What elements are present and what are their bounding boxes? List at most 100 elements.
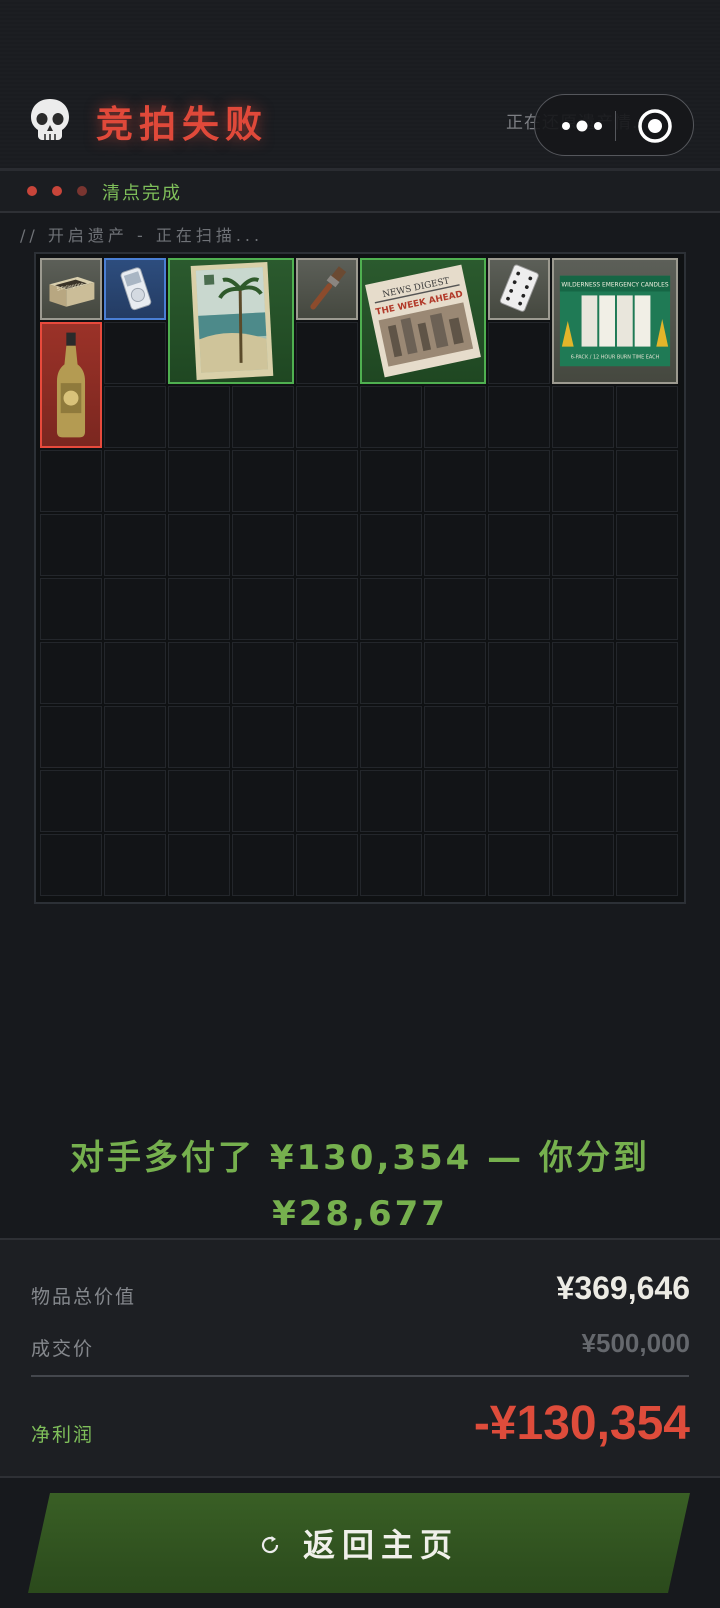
grid-cell bbox=[488, 642, 550, 704]
grid-cell bbox=[488, 386, 550, 448]
grid-cell bbox=[40, 578, 102, 640]
grid-cell bbox=[616, 514, 678, 576]
grid-cell bbox=[488, 322, 550, 384]
result-panel: 物品总价值 ¥369,646 成交价 ¥500,000 净利润 -¥130,35… bbox=[0, 1238, 720, 1478]
status-bar: 清点完成 bbox=[0, 171, 720, 213]
page-title: 竞拍失败 bbox=[96, 103, 268, 146]
grid-cell bbox=[296, 706, 358, 768]
grid-cell bbox=[40, 706, 102, 768]
total-value: ¥369,646 bbox=[556, 1270, 690, 1306]
grid-cell bbox=[424, 770, 486, 832]
grid-cell bbox=[360, 578, 422, 640]
grid-cell bbox=[168, 450, 230, 512]
playing-card-icon bbox=[499, 264, 539, 312]
stats-divider bbox=[31, 1375, 689, 1377]
capsule-divider bbox=[615, 111, 616, 141]
grid-cell bbox=[424, 642, 486, 704]
grid-cell bbox=[360, 642, 422, 704]
grid-cell bbox=[360, 770, 422, 832]
refresh-icon bbox=[259, 1534, 281, 1556]
item-champagne-bottle[interactable] bbox=[40, 322, 102, 448]
status-dot bbox=[27, 186, 37, 196]
status-dot bbox=[52, 186, 62, 196]
return-home-button[interactable]: 返回主页 bbox=[28, 1493, 690, 1593]
net-profit-value: -¥130,354 bbox=[473, 1397, 690, 1450]
item-playing-card[interactable] bbox=[488, 258, 550, 320]
net-profit-label: 净利润 bbox=[31, 1424, 95, 1446]
item-handheld-device[interactable] bbox=[104, 258, 166, 320]
grid-canvas: S.Pellegrino NEWS DIGEST THE WEEK AHEAD WIL… bbox=[40, 258, 680, 898]
grid-cell bbox=[168, 514, 230, 576]
grid-cell bbox=[104, 770, 166, 832]
svg-text:WILDERNESS EMERGENCY CANDLES: WILDERNESS EMERGENCY CANDLES bbox=[561, 283, 669, 289]
item-tropical-postcard[interactable] bbox=[168, 258, 294, 384]
deal-price-label: 成交价 bbox=[31, 1338, 95, 1360]
champagne-bottle-icon bbox=[56, 332, 86, 438]
grid-cell bbox=[296, 834, 358, 896]
grid-cell bbox=[360, 450, 422, 512]
grid-cell bbox=[424, 514, 486, 576]
grid-cell bbox=[104, 514, 166, 576]
grid-cell bbox=[232, 770, 294, 832]
grid-cell bbox=[616, 450, 678, 512]
grid-cell bbox=[616, 770, 678, 832]
handheld-device-icon bbox=[120, 267, 152, 311]
grid-cell bbox=[360, 514, 422, 576]
grid-cell bbox=[104, 578, 166, 640]
item-candle-box[interactable]: WILDERNESS EMERGENCY CANDLES 6-PACK / 12 … bbox=[552, 258, 678, 384]
grid-cell bbox=[552, 514, 614, 576]
grid-cell bbox=[104, 706, 166, 768]
grid-cell bbox=[488, 770, 550, 832]
grid-cell bbox=[168, 706, 230, 768]
grid-cell bbox=[488, 514, 550, 576]
grid-cell bbox=[552, 706, 614, 768]
grid-cell bbox=[488, 578, 550, 640]
item-newspaper[interactable]: NEWS DIGEST THE WEEK AHEAD bbox=[360, 258, 486, 384]
grid-cell bbox=[168, 770, 230, 832]
deal-price-value: ¥500,000 bbox=[581, 1328, 690, 1358]
grid-cell bbox=[40, 770, 102, 832]
total-value-label: 物品总价值 bbox=[31, 1286, 137, 1308]
item-paint-brush[interactable] bbox=[296, 258, 358, 320]
grid-cell bbox=[40, 834, 102, 896]
grid-cell bbox=[552, 450, 614, 512]
scan-status-text: // 开启遗产 - 正在扫描... bbox=[20, 226, 264, 245]
item-cardboard-box[interactable]: S.Pellegrino bbox=[40, 258, 102, 320]
grid-cell bbox=[552, 578, 614, 640]
grid-cell bbox=[296, 322, 358, 384]
grid-cell bbox=[40, 642, 102, 704]
grid-cell bbox=[168, 642, 230, 704]
grid-cell bbox=[232, 450, 294, 512]
grid-cell bbox=[168, 578, 230, 640]
grid-cell bbox=[232, 514, 294, 576]
grid-cell bbox=[424, 450, 486, 512]
more-dots-icon[interactable] bbox=[557, 112, 607, 140]
grid-cell bbox=[296, 514, 358, 576]
grid-cell bbox=[616, 706, 678, 768]
grid-cell bbox=[360, 834, 422, 896]
grid-cell bbox=[296, 770, 358, 832]
tropical-postcard-icon bbox=[190, 261, 274, 380]
status-dot bbox=[77, 186, 87, 196]
grid-cell bbox=[296, 450, 358, 512]
grid-cell bbox=[552, 834, 614, 896]
grid-cell bbox=[424, 834, 486, 896]
grid-cell bbox=[616, 386, 678, 448]
grid-cell bbox=[40, 450, 102, 512]
skull-icon bbox=[31, 99, 69, 140]
grid-cell bbox=[232, 578, 294, 640]
grid-cell bbox=[104, 450, 166, 512]
grid-cell bbox=[296, 578, 358, 640]
target-close-icon[interactable] bbox=[637, 108, 673, 144]
paint-brush-icon bbox=[310, 266, 347, 310]
grid-cell bbox=[40, 514, 102, 576]
grid-cell bbox=[232, 386, 294, 448]
grid-cell bbox=[616, 578, 678, 640]
grid-cell bbox=[488, 706, 550, 768]
grid-cell bbox=[232, 706, 294, 768]
svg-text:6-PACK / 12 HOUR BURN TIME EAC: 6-PACK / 12 HOUR BURN TIME EACH bbox=[571, 354, 660, 360]
grid-cell bbox=[424, 706, 486, 768]
inventory-grid: S.Pellegrino NEWS DIGEST THE WEEK AHEAD WIL… bbox=[34, 252, 686, 904]
grid-cell bbox=[488, 834, 550, 896]
summary-message: 对手多付了 ¥130,354 — 你分到 ¥28,677 bbox=[0, 1130, 720, 1242]
